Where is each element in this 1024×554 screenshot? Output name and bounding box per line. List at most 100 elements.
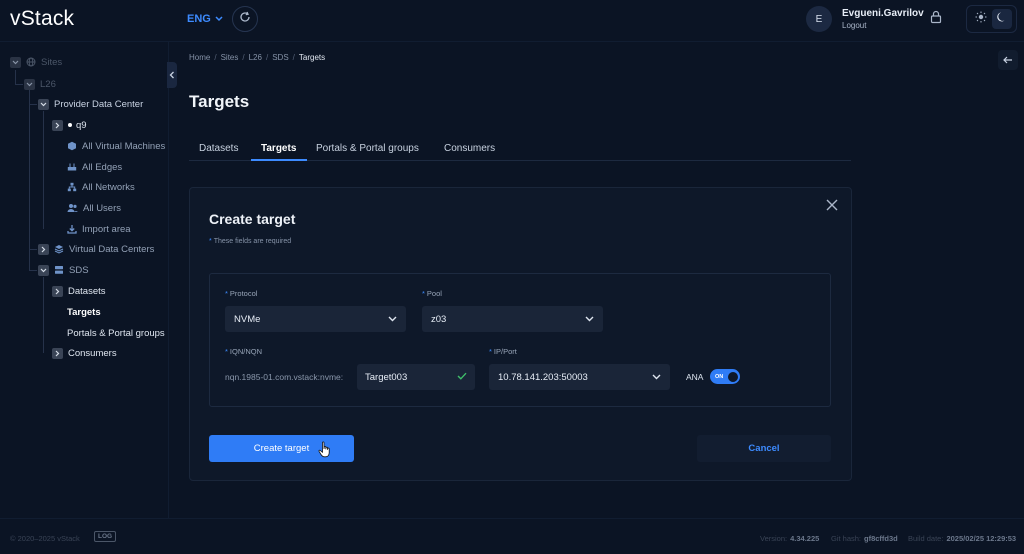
- collapse-icon[interactable]: [38, 264, 49, 276]
- dark-theme-button[interactable]: [992, 9, 1013, 29]
- sidebar-item-l26[interactable]: L26: [24, 75, 56, 93]
- chevron-down-icon: [215, 14, 223, 24]
- expand-icon[interactable]: [52, 285, 63, 297]
- ana-toggle[interactable]: ON: [710, 369, 740, 384]
- sun-icon: [975, 10, 987, 28]
- chevron-down-icon: [652, 372, 661, 383]
- sidebar-item-label: L26: [40, 78, 56, 90]
- toggle-knob: [728, 371, 738, 382]
- sidebar-item-label: Datasets: [68, 285, 106, 297]
- expand-icon[interactable]: [38, 243, 49, 255]
- close-button[interactable]: [823, 198, 841, 216]
- sidebar-item-all-networks[interactable]: All Networks: [67, 178, 135, 196]
- footer: © 2020–2025 vStack LOG Version: 4.34.225 …: [0, 518, 1024, 554]
- sidebar-item-label: Sites: [41, 56, 63, 68]
- sidebar-item-all-users[interactable]: All Users: [67, 199, 121, 217]
- globe-icon: [26, 57, 36, 67]
- sidebar-item-datasets[interactable]: Datasets: [52, 282, 106, 300]
- breadcrumb: Home / Sites / L26/SDS / Targets: [189, 53, 326, 62]
- sidebar-item-label: Targets: [67, 306, 101, 318]
- tree-line: [43, 111, 44, 229]
- close-icon: [826, 198, 838, 216]
- breadcrumb-item[interactable]: Sites: [221, 53, 239, 62]
- version-info: Version: 4.34.225: [760, 534, 820, 543]
- sidebar-collapse-button[interactable]: [167, 62, 177, 88]
- tab-portals[interactable]: Portals & Portal groups: [316, 143, 419, 154]
- sidebar-item-q9[interactable]: q9: [52, 116, 87, 134]
- collapse-icon[interactable]: [38, 98, 49, 110]
- sidebar-item-label: Consumers: [68, 347, 117, 359]
- top-bar: vStack ENG E Evgueni.Gavrilov Logout: [0, 0, 1024, 42]
- user-name: Evgueni.Gavrilov: [842, 8, 924, 19]
- protocol-select[interactable]: NVMe: [225, 306, 406, 332]
- build-date-info: Build date: 2025/02/25 12:29:53: [908, 534, 1017, 543]
- expand-icon[interactable]: [52, 347, 63, 359]
- sidebar-item-virtual-data-centers[interactable]: Virtual Data Centers: [38, 240, 154, 258]
- pool-select[interactable]: z03: [422, 306, 603, 332]
- language-selector[interactable]: ENG: [187, 13, 223, 25]
- tab-targets[interactable]: Targets: [261, 143, 296, 154]
- breadcrumb-item[interactable]: SDS: [272, 53, 288, 62]
- hand-cursor-icon: [318, 441, 332, 463]
- ana-label: ANA: [686, 372, 704, 382]
- status-dot-icon: [68, 123, 72, 127]
- protocol-label: * Protocol: [225, 289, 258, 298]
- chevron-down-icon: [388, 314, 397, 325]
- sidebar: [0, 42, 169, 518]
- sidebar-item-all-edges[interactable]: All Edges: [67, 158, 122, 176]
- sidebar-item-label: All Users: [83, 202, 122, 214]
- sidebar-item-targets[interactable]: Targets: [67, 303, 101, 321]
- create-target-button[interactable]: Create target: [209, 435, 354, 462]
- sidebar-item-consumers[interactable]: Consumers: [52, 344, 117, 362]
- sidebar-item-label: Import area: [82, 223, 131, 235]
- pool-value: z03: [431, 313, 447, 325]
- collapse-icon[interactable]: [24, 78, 35, 90]
- tree-line: [15, 70, 16, 84]
- refresh-icon: [239, 10, 251, 28]
- ip-port-select[interactable]: 10.78.141.203:50003: [489, 364, 670, 390]
- lock-screen-button[interactable]: [925, 8, 947, 30]
- cube-icon: [67, 141, 77, 151]
- light-theme-button[interactable]: [971, 9, 991, 29]
- storage-icon: [54, 265, 64, 275]
- moon-icon: [996, 10, 1008, 28]
- sidebar-item-all-virtual-machines[interactable]: All Virtual Machines: [67, 137, 165, 155]
- sidebar-item-sds[interactable]: SDS: [38, 261, 89, 279]
- network-icon: [67, 182, 77, 192]
- sidebar-item-label: SDS: [69, 264, 89, 276]
- avatar[interactable]: E: [806, 6, 832, 32]
- page-title: Targets: [189, 92, 250, 111]
- sidebar-item-label: All Networks: [82, 181, 135, 193]
- active-tab-indicator: [251, 159, 307, 161]
- iqn-prefix: nqn.1985-01.com.vstack:nvme:: [225, 372, 344, 382]
- tab-consumers[interactable]: Consumers: [444, 143, 495, 154]
- sidebar-item-import-area[interactable]: Import area: [67, 220, 131, 238]
- sidebar-item-label: Virtual Data Centers: [69, 243, 155, 255]
- dialog-title: Create target: [209, 211, 296, 227]
- check-icon: [457, 372, 467, 383]
- log-button[interactable]: LOG: [94, 531, 117, 542]
- collapse-icon[interactable]: [10, 56, 21, 68]
- git-hash-info: Git hash: gf8cffd3d: [831, 534, 898, 543]
- breadcrumb-item[interactable]: Home: [189, 53, 210, 62]
- sidebar-item-portals[interactable]: Portals & Portal groups: [67, 324, 165, 342]
- cancel-button[interactable]: Cancel: [697, 435, 831, 462]
- breadcrumb-item[interactable]: L26: [249, 53, 262, 62]
- sidebar-item-provider-data-center[interactable]: Provider Data Center: [38, 95, 143, 113]
- expand-icon[interactable]: [52, 119, 63, 131]
- sidebar-item-label: q9: [76, 119, 87, 131]
- tab-datasets[interactable]: Datasets: [199, 143, 238, 154]
- app-logo[interactable]: vStack: [10, 7, 74, 31]
- sidebar-item-sites[interactable]: Sites: [10, 53, 62, 71]
- layers-icon: [54, 244, 64, 254]
- ip-port-label: * IP/Port: [489, 347, 517, 356]
- sidebar-item-label: All Edges: [82, 161, 123, 173]
- refresh-button[interactable]: [232, 6, 258, 32]
- tree-line: [29, 104, 37, 105]
- back-button[interactable]: [998, 50, 1018, 70]
- target-name-input[interactable]: Target003: [357, 364, 475, 390]
- target-name-value: Target003: [365, 371, 408, 383]
- protocol-value: NVMe: [234, 313, 261, 325]
- sidebar-item-label: Portals & Portal groups: [67, 327, 165, 339]
- logout-link[interactable]: Logout: [842, 21, 866, 30]
